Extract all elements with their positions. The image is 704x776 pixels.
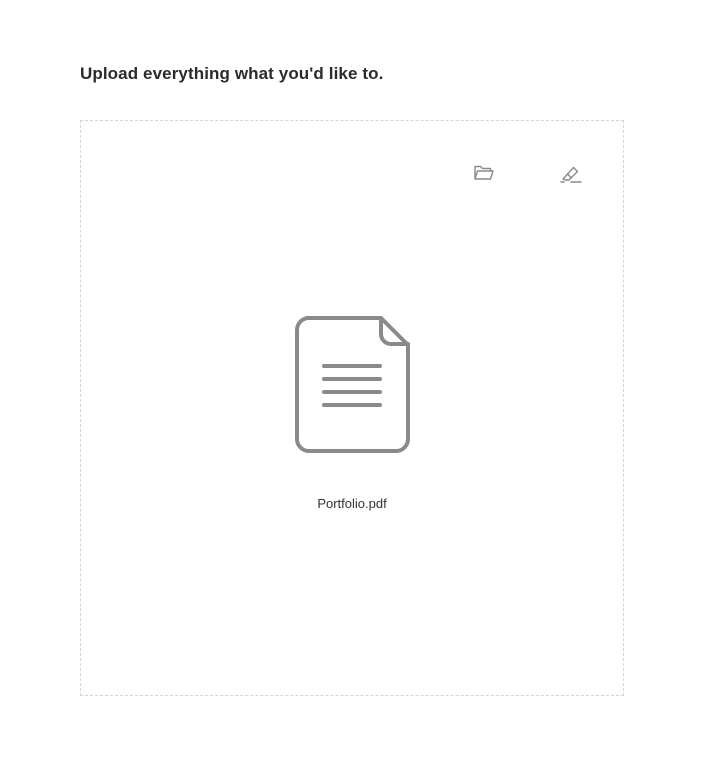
upload-page: Upload everything what you'd like to. Po… <box>0 0 704 776</box>
document-icon <box>295 316 410 453</box>
file-name: Portfolio.pdf <box>317 496 387 511</box>
folder-open-icon <box>473 163 495 186</box>
clear-button[interactable] <box>557 160 585 188</box>
browse-button[interactable] <box>470 160 498 188</box>
file-dropzone[interactable]: Portfolio.pdf <box>80 120 624 696</box>
eraser-icon <box>559 162 583 187</box>
page-title: Upload everything what you'd like to. <box>80 64 384 83</box>
